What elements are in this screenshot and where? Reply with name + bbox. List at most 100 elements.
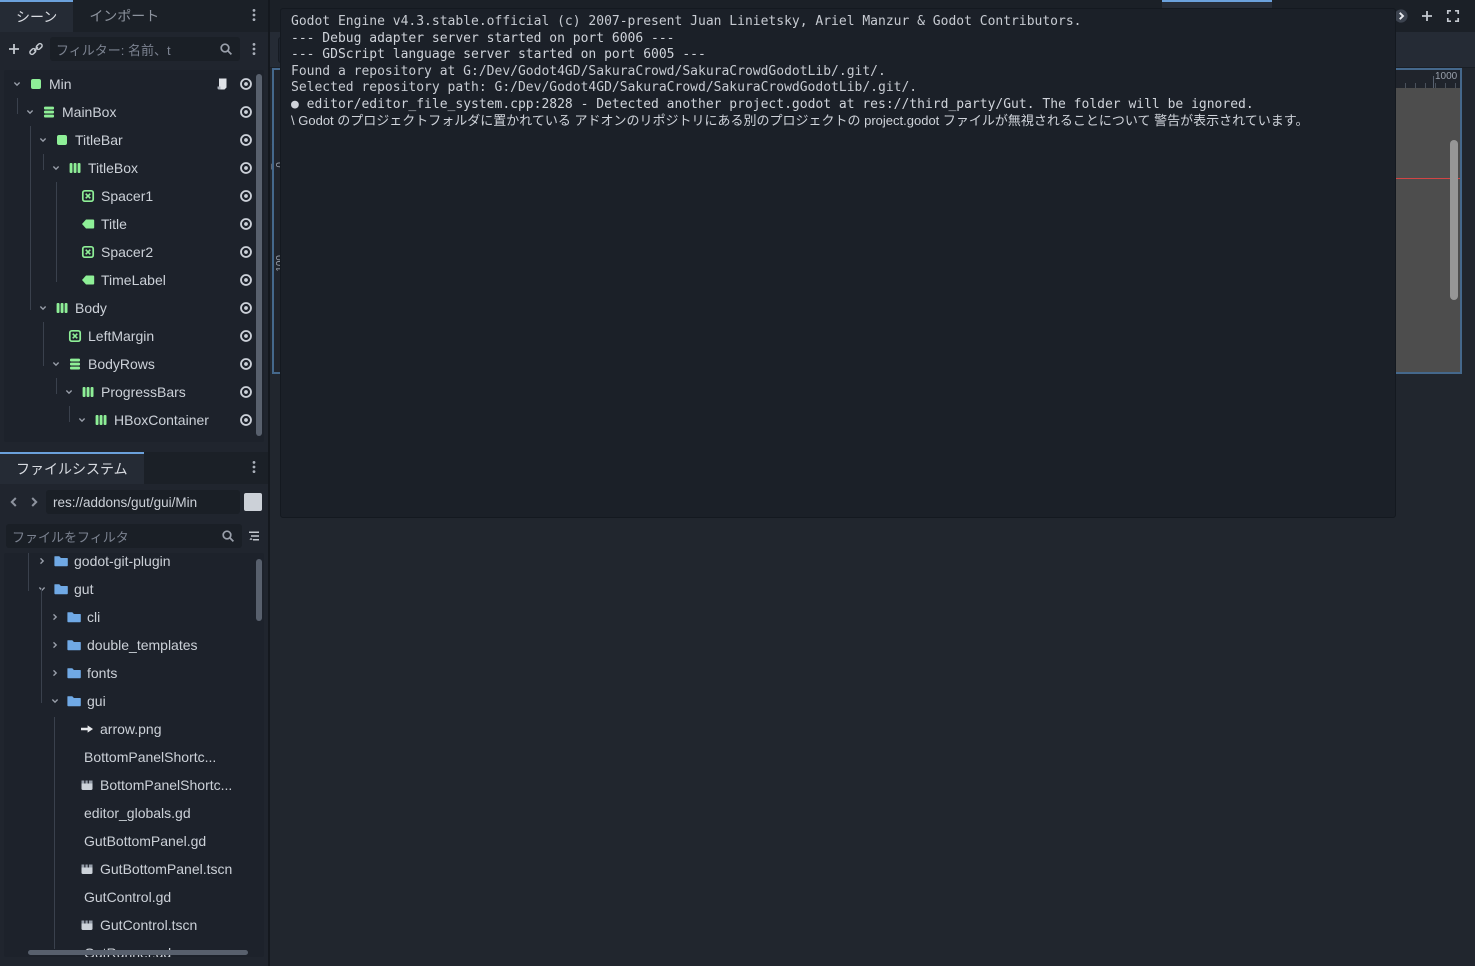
- nav-forward-button[interactable]: [26, 494, 42, 510]
- filesystem-row[interactable]: BottomPanelShortc...: [4, 743, 264, 771]
- instance-scene-button[interactable]: [28, 41, 44, 57]
- scene-tree-row[interactable]: MainBox: [4, 98, 264, 126]
- visibility-toggle-icon[interactable]: [238, 412, 254, 428]
- annotation-pointer: \: [291, 113, 295, 128]
- chevron-right-icon[interactable]: [35, 555, 48, 567]
- expand-window-button[interactable]: [1445, 8, 1461, 24]
- filesystem-row[interactable]: GutBottomPanel.tscn: [4, 855, 264, 883]
- tree-guide: [17, 98, 18, 114]
- filesystem-row[interactable]: double_templates: [4, 631, 264, 659]
- folder-icon: [66, 665, 82, 681]
- node-label: BodyRows: [88, 356, 233, 372]
- scene-file-icon: [79, 777, 95, 793]
- filesystem-row[interactable]: cli: [4, 603, 264, 631]
- scene-tree-row[interactable]: TitleBar: [4, 126, 264, 154]
- log-line-normal: Godot Engine v4.3.stable.official (c) 20…: [291, 14, 1385, 31]
- log-line-dim: --- Debug adapter server started on port…: [291, 31, 1385, 48]
- tree-horizontal-scrollbar[interactable]: [28, 950, 248, 955]
- filesystem-row[interactable]: gut: [4, 575, 264, 603]
- chevron-down-icon[interactable]: [49, 162, 62, 174]
- chevron-right-icon[interactable]: [48, 667, 61, 679]
- chevron-down-icon[interactable]: [48, 695, 61, 707]
- filesystem-dock-menu-button[interactable]: [246, 459, 262, 475]
- node-label: GutControl.tscn: [100, 917, 264, 933]
- visibility-toggle-icon[interactable]: [238, 356, 254, 372]
- visibility-toggle-icon[interactable]: [238, 328, 254, 344]
- chevron-down-icon[interactable]: [75, 414, 88, 426]
- node-label: Spacer1: [101, 188, 233, 204]
- nav-back-button[interactable]: [6, 494, 22, 510]
- tab-filesystem[interactable]: ファイルシステム: [0, 452, 144, 484]
- node-label: BottomPanelShortc...: [100, 777, 264, 793]
- filesystem-row[interactable]: GutControl.tscn: [4, 911, 264, 939]
- scene-tree-row[interactable]: HBoxContainer: [4, 406, 264, 434]
- scene-filter-input[interactable]: フィルター: 名前、t: [50, 37, 240, 61]
- visibility-toggle-icon[interactable]: [238, 188, 254, 204]
- canvas-vertical-scrollbar[interactable]: [1450, 140, 1458, 300]
- filesystem-row[interactable]: editor_globals.gd: [4, 799, 264, 827]
- filesystem-row[interactable]: fonts: [4, 659, 264, 687]
- scene-tree-row[interactable]: TimeLabel: [4, 266, 264, 294]
- scene-tree-row[interactable]: Title: [4, 210, 264, 238]
- spacer-node-icon: [67, 328, 83, 344]
- visibility-toggle-icon[interactable]: [238, 132, 254, 148]
- filesystem-row[interactable]: GutBottomPanel.gd: [4, 827, 264, 855]
- warning-dot-icon: ●: [291, 97, 307, 112]
- file-filter-input[interactable]: ファイルをフィルタ: [6, 524, 242, 548]
- sort-files-button[interactable]: [246, 528, 262, 544]
- scene-dock-menu-button-icon[interactable]: [246, 7, 262, 23]
- visibility-toggle-icon[interactable]: [238, 384, 254, 400]
- chevron-right-icon[interactable]: [48, 611, 61, 623]
- visibility-toggle-icon[interactable]: [238, 300, 254, 316]
- bottom-panel: Godot Engine v4.3.stable.official (c) 20…: [270, 0, 1475, 195]
- folder-color-swatch-button[interactable]: [244, 493, 262, 511]
- tree-guide: [54, 717, 55, 949]
- current-path[interactable]: res://addons/gut/gui/Min: [46, 490, 240, 514]
- folder-icon: [66, 693, 82, 709]
- filesystem-row[interactable]: godot-git-plugin: [4, 553, 264, 575]
- chevron-down-icon[interactable]: [10, 78, 23, 90]
- filesystem-row[interactable]: gui: [4, 687, 264, 715]
- vboxcontainer-node-icon: [67, 356, 83, 372]
- node-label: GutBottomPanel.tscn: [100, 861, 264, 877]
- visibility-toggle-icon[interactable]: [238, 244, 254, 260]
- chevron-right-icon[interactable]: [48, 639, 61, 651]
- filesystem-tab-label: ファイルシステム: [16, 459, 128, 479]
- hboxcontainer-node-icon: [67, 160, 83, 176]
- scene-tree-row[interactable]: Spacer1: [4, 182, 264, 210]
- visibility-toggle-icon[interactable]: [238, 104, 254, 120]
- left-dock: シーンインポート フィルター: 名前、t MinMainBoxTitleBar T…: [0, 0, 268, 966]
- tree-guide: [56, 378, 57, 394]
- filesystem-row[interactable]: arrow.png: [4, 715, 264, 743]
- log-line-normal: Found a repository at G:/Dev/Godot4GD/Sa…: [291, 64, 1385, 81]
- current-path-label: res://addons/gut/gui/Min: [53, 495, 197, 510]
- scene-dock-menu-button[interactable]: [246, 41, 262, 57]
- node-label: double_templates: [87, 637, 264, 653]
- filesystem-row[interactable]: BottomPanelShortc...: [4, 771, 264, 799]
- folder-icon: [66, 609, 82, 625]
- chevron-down-icon[interactable]: [62, 386, 75, 398]
- chevron-down-icon[interactable]: [23, 106, 36, 118]
- visibility-toggle-icon[interactable]: [238, 272, 254, 288]
- node-label: arrow.png: [100, 721, 264, 737]
- file-filter-placeholder: ファイルをフィルタ: [12, 527, 216, 546]
- visibility-toggle-icon[interactable]: [238, 76, 254, 92]
- visibility-toggle-icon[interactable]: [238, 160, 254, 176]
- tree-scrollbar[interactable]: [256, 74, 262, 436]
- tree-scrollbar[interactable]: [256, 559, 262, 621]
- tab-scene[interactable]: シーン: [0, 0, 73, 32]
- chevron-down-icon[interactable]: [36, 302, 49, 314]
- scene-tree-row[interactable]: ProgressBars: [4, 378, 264, 406]
- scene-tree-row[interactable]: Body: [4, 294, 264, 322]
- tree-guide: [30, 126, 31, 310]
- attached-script-icon[interactable]: [214, 76, 230, 92]
- visibility-toggle-icon[interactable]: [238, 216, 254, 232]
- new-scene-tab-button[interactable]: [1419, 8, 1435, 24]
- tab-import[interactable]: インポート: [73, 0, 175, 32]
- scene-tree-row[interactable]: Min: [4, 70, 264, 98]
- filesystem-row[interactable]: GutControl.gd: [4, 883, 264, 911]
- chevron-down-icon[interactable]: [36, 134, 49, 146]
- add-node-button[interactable]: [6, 41, 22, 57]
- scene-tree-row[interactable]: Spacer2: [4, 238, 264, 266]
- chevron-down-icon[interactable]: [49, 358, 62, 370]
